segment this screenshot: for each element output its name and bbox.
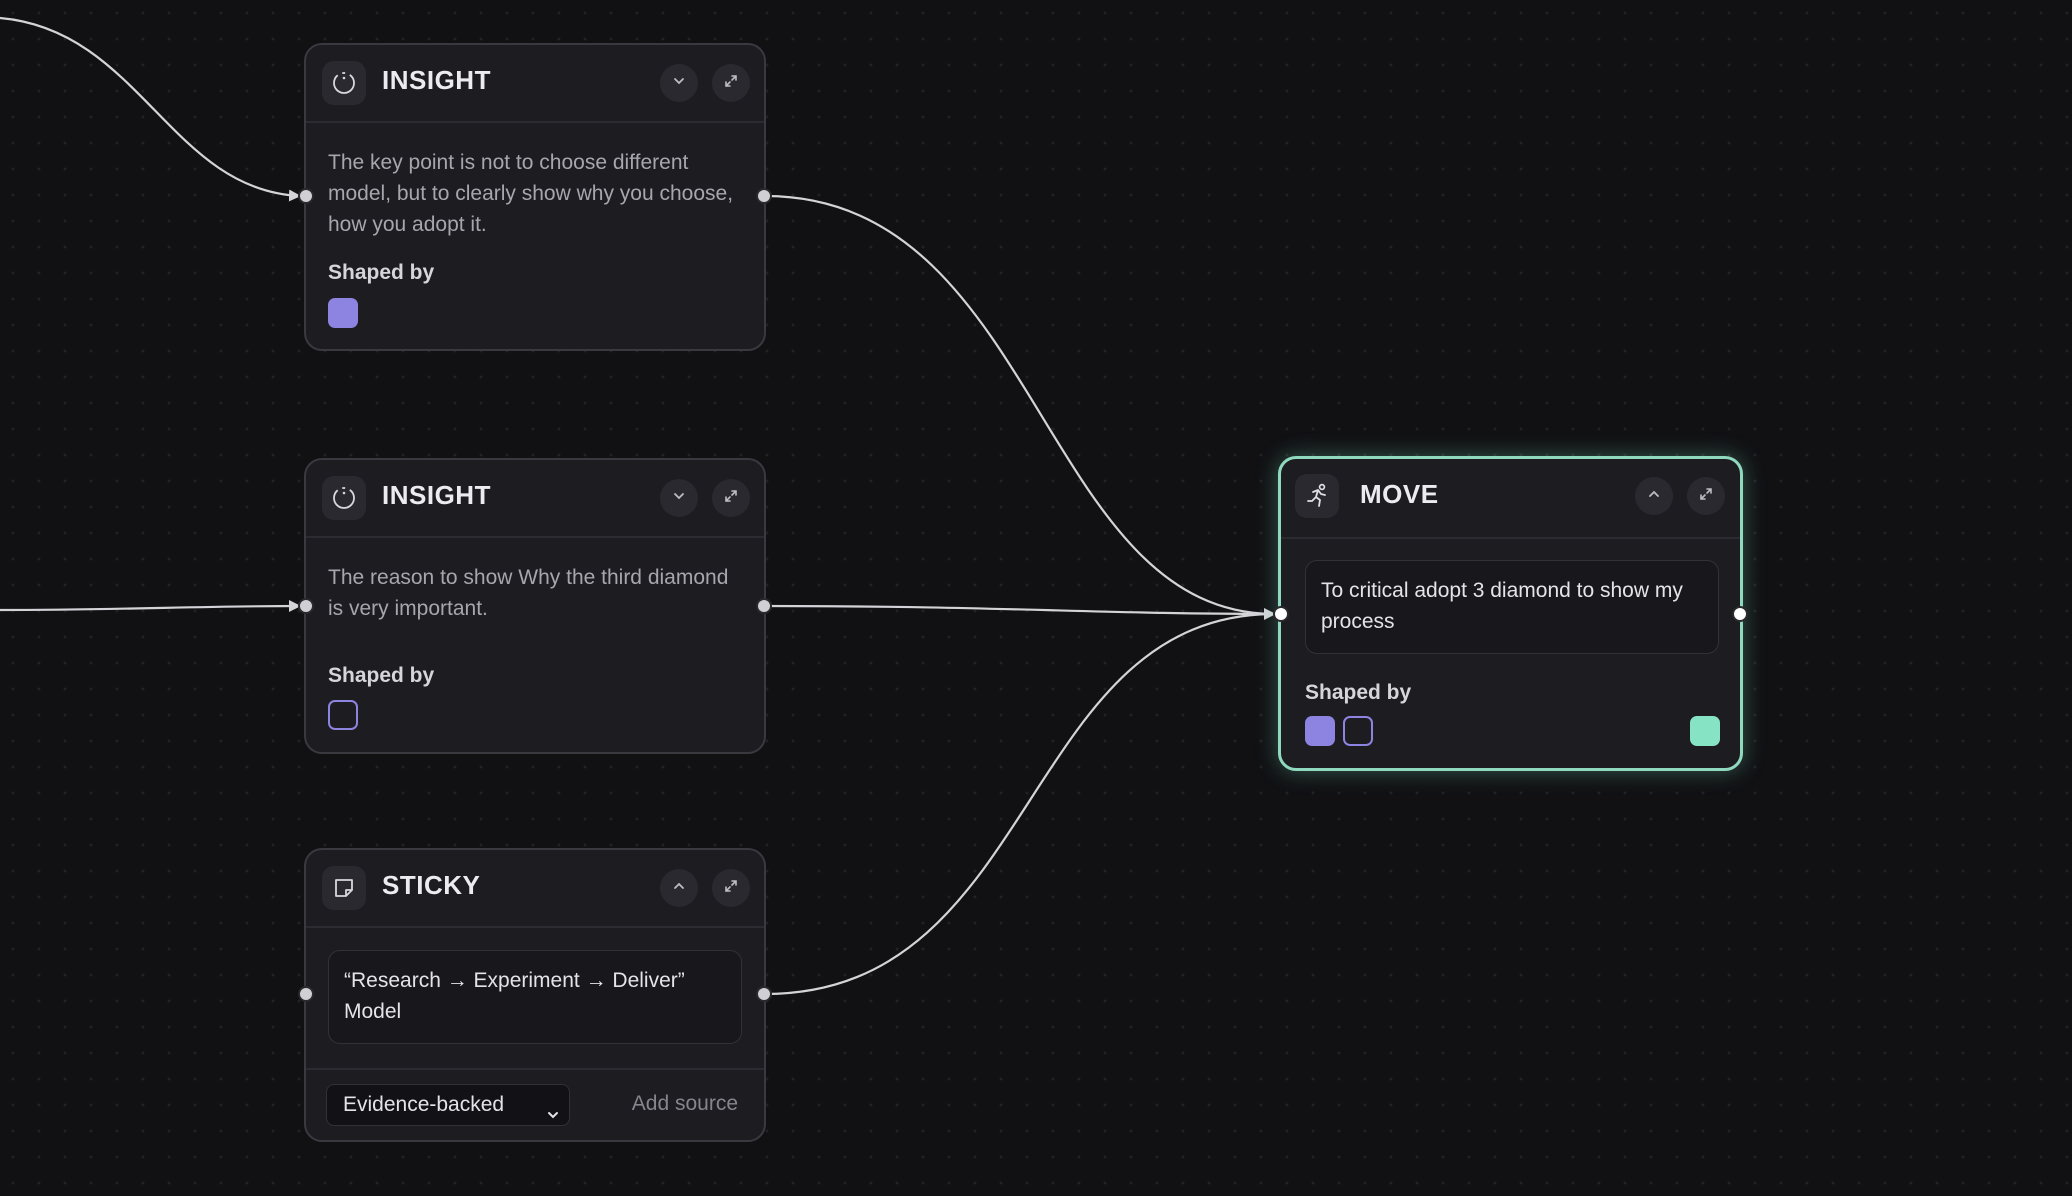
collapse-button[interactable]: [660, 64, 698, 102]
chevron-down-icon: [671, 73, 687, 94]
shaped-by-label: Shaped by: [1305, 681, 1412, 704]
output-port-insight1[interactable]: [756, 188, 772, 204]
expand-button[interactable]: [1635, 477, 1673, 515]
shaped-by-swatch-outline[interactable]: [1343, 716, 1373, 746]
insight-node-2[interactable]: INSIGHT The reason to show Why the third…: [304, 458, 766, 754]
shaped-by-swatch-filled[interactable]: [1305, 716, 1335, 746]
fullscreen-button[interactable]: [712, 479, 750, 517]
expand-icon: [723, 878, 739, 899]
insight-icon: [322, 61, 366, 105]
insight-icon: [322, 476, 366, 520]
shaped-by-swatch-filled[interactable]: [328, 298, 358, 328]
node-body-text: The key point is not to choose different…: [328, 151, 734, 236]
edge-sticky-to-move: [764, 612, 1276, 996]
expand-icon: [723, 488, 739, 509]
node-header: MOVE: [1281, 459, 1740, 539]
chevron-up-icon: [1646, 486, 1662, 507]
sticky-text[interactable]: “Research → Experiment → Deliver” Model: [328, 950, 742, 1044]
expand-button[interactable]: [660, 869, 698, 907]
node-header: INSIGHT: [306, 45, 764, 123]
expand-icon: [1698, 486, 1714, 507]
input-port-insight1[interactable]: [298, 188, 314, 204]
node-type-label: STICKY: [382, 870, 481, 900]
running-person-icon: [1295, 474, 1339, 518]
node-type-label: MOVE: [1360, 479, 1439, 509]
node-header: STICKY: [306, 850, 764, 928]
evidence-select[interactable]: Evidence-backed: [326, 1084, 570, 1126]
edge-incoming-insight1: [0, 16, 301, 202]
edge-insight1-to-move: [764, 194, 1276, 620]
sticky-note-icon: [322, 866, 366, 910]
insight-node-1[interactable]: INSIGHT The key point is not to choose d…: [304, 43, 766, 351]
move-node[interactable]: MOVE To critical adopt 3 diamond to show…: [1278, 456, 1743, 771]
chevron-down-icon: [671, 488, 687, 509]
status-swatch-green[interactable]: [1690, 716, 1720, 746]
evidence-select-value: Evidence-backed: [343, 1093, 505, 1116]
node-body-text: The reason to show Why the third diamond…: [328, 566, 729, 620]
edge-insight2-to-move: [764, 604, 1276, 616]
sticky-footer: Evidence-backed Add source: [306, 1068, 764, 1140]
shaped-by-label: Shaped by: [328, 664, 435, 687]
move-text[interactable]: To critical adopt 3 diamond to show my p…: [1305, 560, 1719, 654]
output-port-insight2[interactable]: [756, 598, 772, 614]
expand-icon: [723, 73, 739, 94]
shaped-by-swatch-outline[interactable]: [328, 700, 358, 730]
output-port-sticky[interactable]: [756, 986, 772, 1002]
node-header: INSIGHT: [306, 460, 764, 538]
input-port-sticky[interactable]: [298, 986, 314, 1002]
input-port-move[interactable]: [1273, 606, 1289, 622]
graph-canvas[interactable]: INSIGHT The key point is not to choose d…: [0, 0, 2072, 1196]
fullscreen-button[interactable]: [712, 869, 750, 907]
add-source-button[interactable]: Add source: [632, 1092, 738, 1116]
edge-incoming-insight2: [0, 600, 301, 613]
collapse-button[interactable]: [660, 479, 698, 517]
chevron-up-icon: [671, 878, 687, 899]
fullscreen-button[interactable]: [712, 64, 750, 102]
output-port-move[interactable]: [1732, 606, 1748, 622]
fullscreen-button[interactable]: [1687, 477, 1725, 515]
chevron-down-icon: [545, 1097, 561, 1137]
input-port-insight2[interactable]: [298, 598, 314, 614]
node-type-label: INSIGHT: [382, 65, 491, 95]
node-type-label: INSIGHT: [382, 480, 491, 510]
sticky-node[interactable]: STICKY “Research → Experiment → Deliver”…: [304, 848, 766, 1142]
shaped-by-label: Shaped by: [328, 261, 435, 284]
